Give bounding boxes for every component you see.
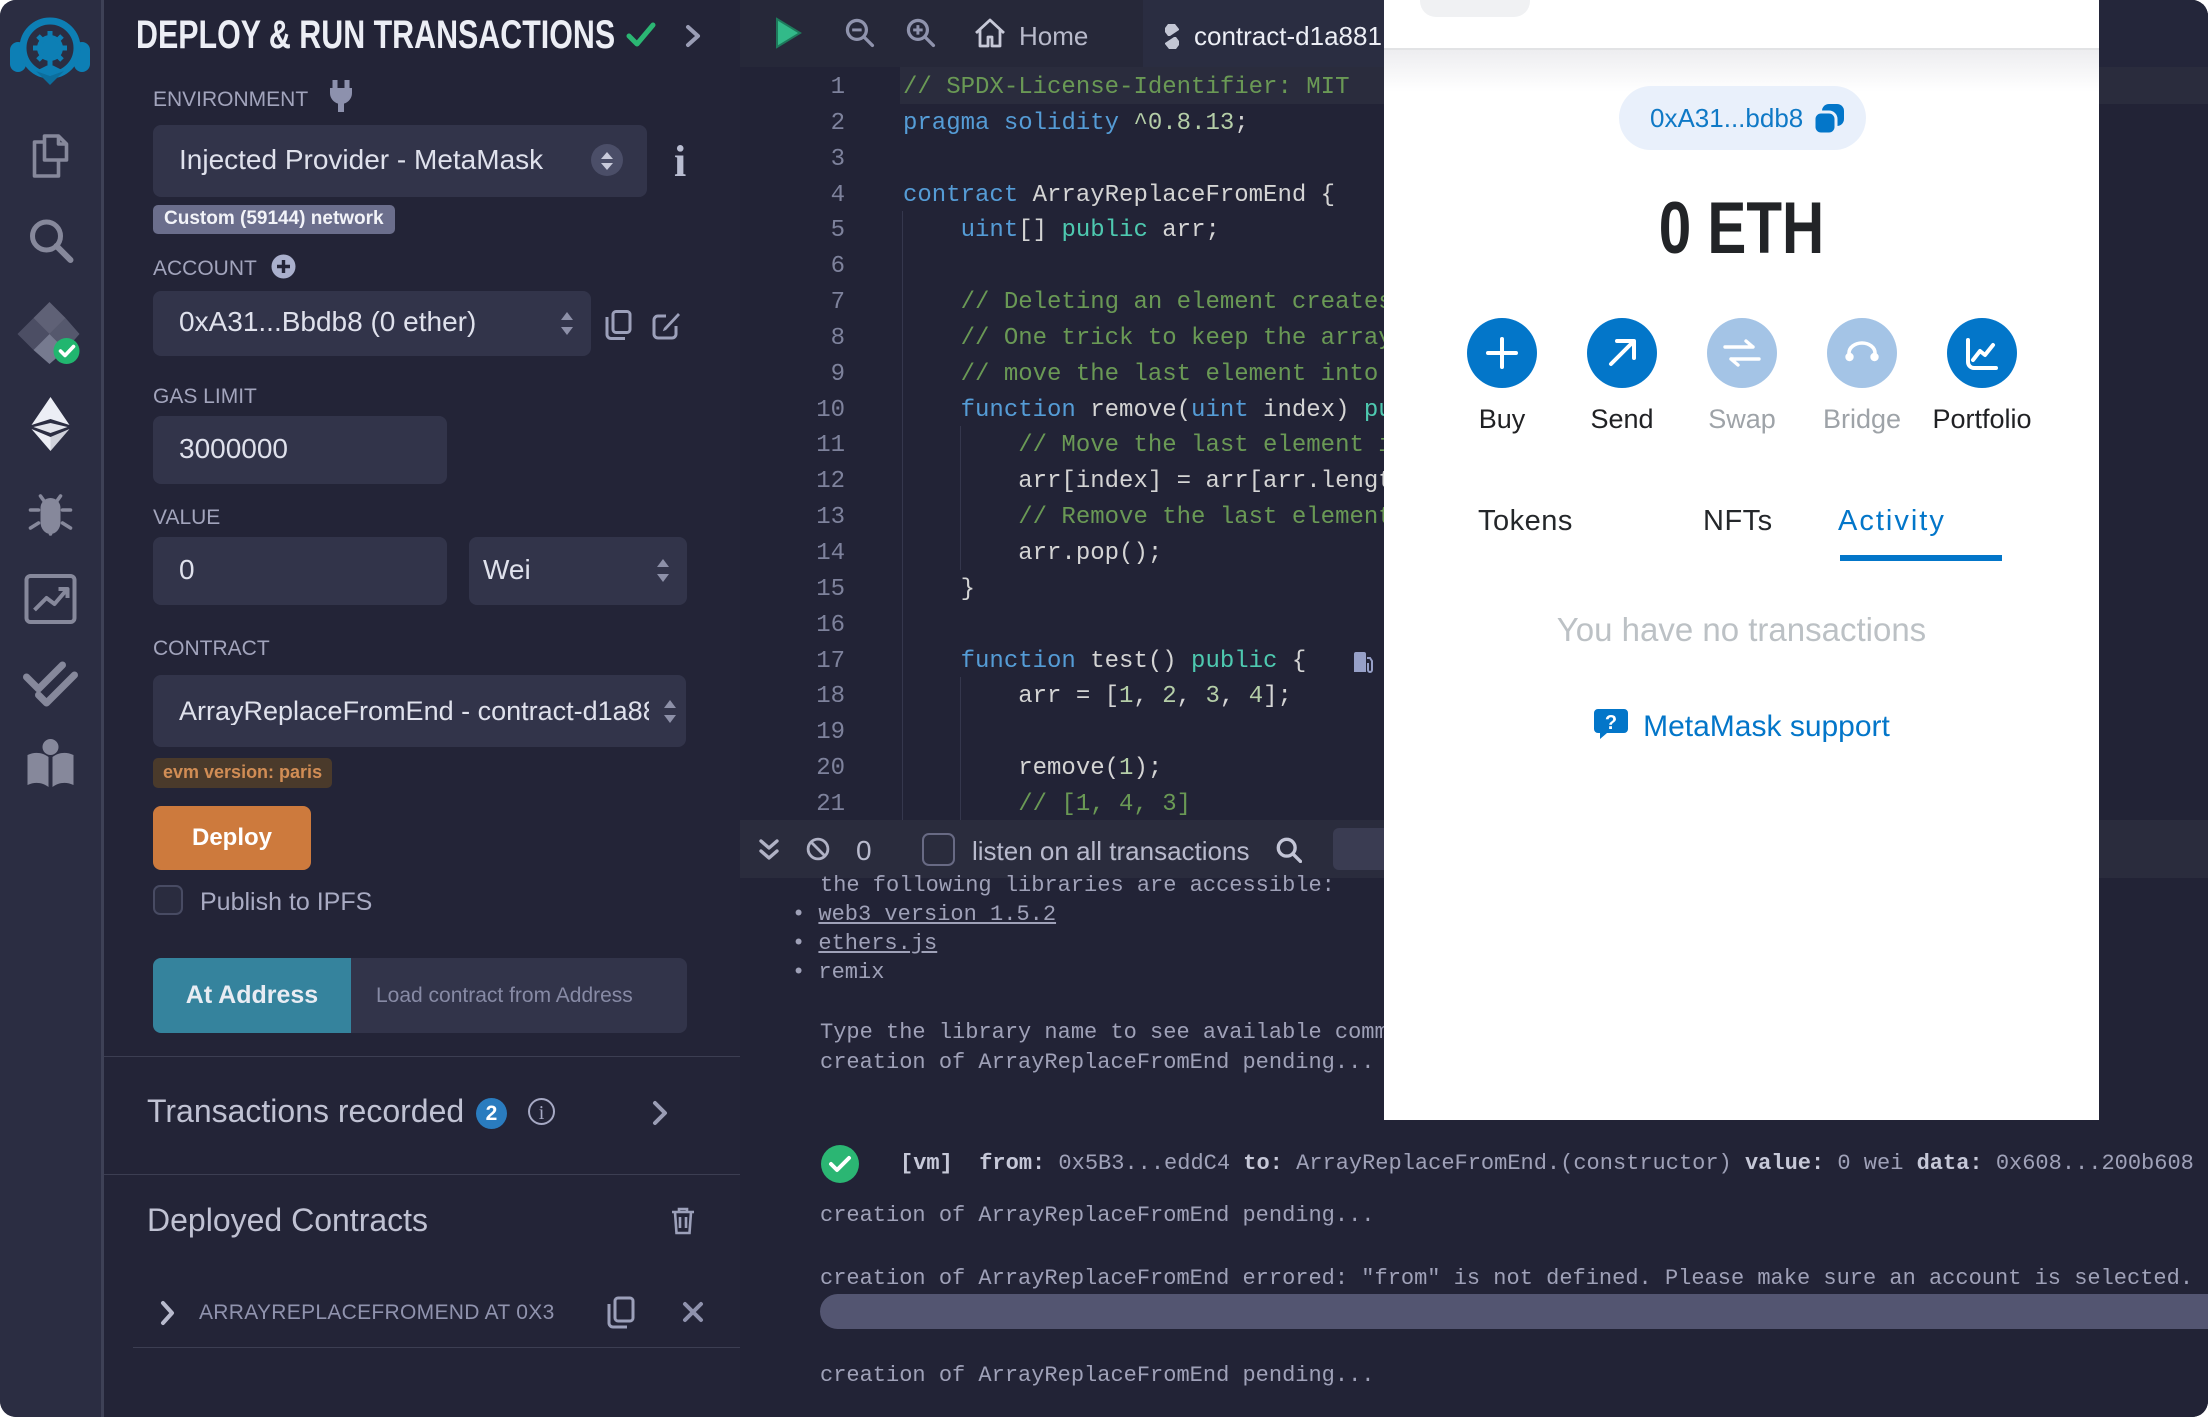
svg-text:?: ? [1605,712,1617,734]
